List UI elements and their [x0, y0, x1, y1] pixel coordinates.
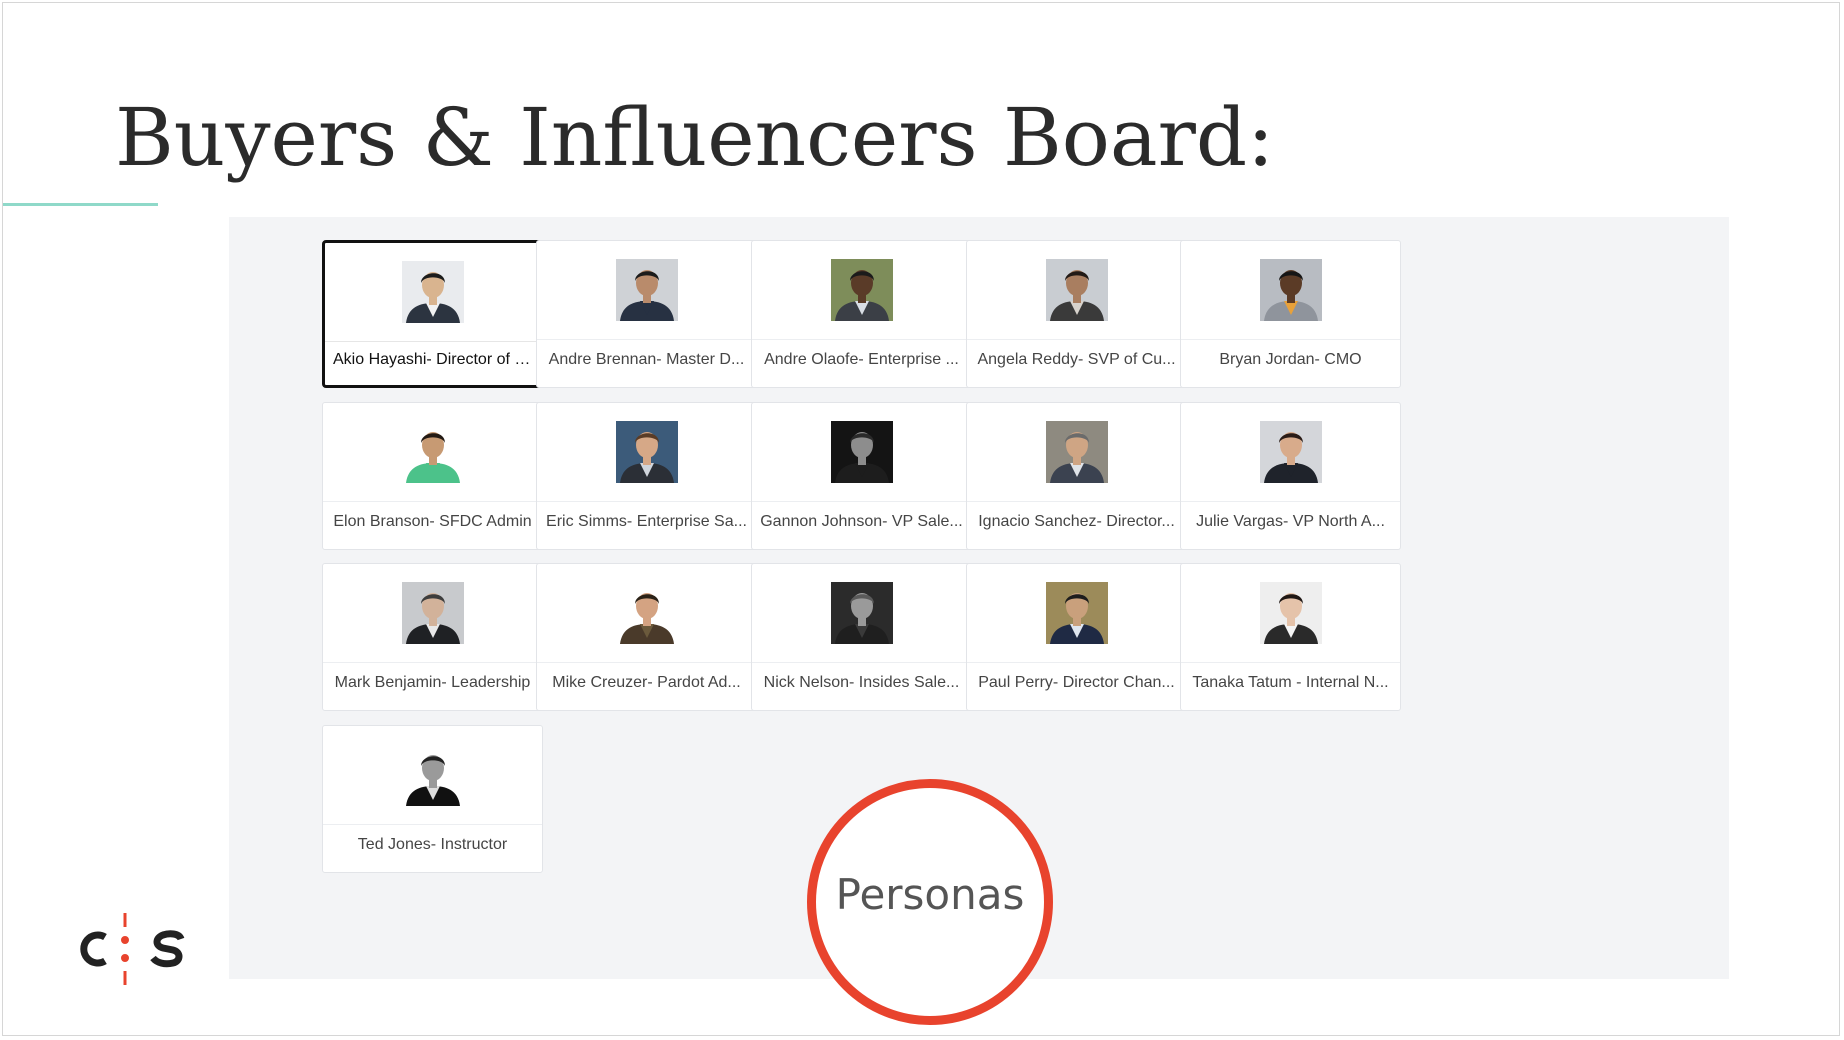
cs-logo-icon	[80, 913, 185, 985]
persona-name-label: Angela Reddy- SVP of Cu...	[977, 351, 1176, 368]
persona-avatar	[1259, 421, 1322, 483]
persona-avatar	[1259, 582, 1322, 644]
persona-avatar	[615, 582, 678, 644]
persona-avatar	[1045, 259, 1108, 321]
persona-card[interactable]: Ted Jones- Instructor	[322, 725, 543, 873]
persona-photo-area	[967, 403, 1186, 502]
persona-name-label: Ted Jones- Instructor	[357, 836, 508, 853]
persona-name-label: Mike Creuzer- Pardot Ad...	[552, 674, 741, 691]
persona-name-label: Mark Benjamin- Leadership	[334, 674, 531, 691]
persona-name-label: Elon Branson- SFDC Admin	[333, 513, 532, 530]
persona-name-label: Nick Nelson- Insides Sale...	[763, 674, 960, 691]
persona-photo-area	[1181, 403, 1400, 502]
persona-avatar	[401, 261, 464, 323]
persona-name-label: Julie Vargas- VP North A...	[1196, 513, 1385, 530]
persona-photo-area	[323, 403, 542, 502]
persona-photo-area	[1181, 564, 1400, 663]
persona-name-label: Eric Simms- Enterprise Sa...	[546, 513, 747, 530]
persona-card[interactable]: Elon Branson- SFDC Admin	[322, 402, 543, 550]
persona-avatar	[1259, 259, 1322, 321]
persona-card[interactable]: Mark Benjamin- Leadership	[322, 563, 543, 711]
persona-avatar	[615, 259, 678, 321]
personas-highlight-circle: Personas	[807, 779, 1053, 1025]
persona-card[interactable]: Tanaka Tatum - Internal N...	[1180, 563, 1401, 711]
persona-name-label: Akio Hayashi- Director of I...	[333, 351, 532, 368]
title-accent-line	[3, 203, 158, 206]
persona-photo-area	[752, 403, 971, 502]
persona-photo-area	[323, 726, 542, 825]
persona-card[interactable]: Paul Perry- Director Chan...	[966, 563, 1187, 711]
persona-avatar	[830, 421, 893, 483]
persona-name-label: Andre Olaofe- Enterprise ...	[764, 351, 959, 368]
persona-photo-area	[325, 243, 540, 342]
persona-card[interactable]: Angela Reddy- SVP of Cu...	[966, 240, 1187, 388]
persona-name-label: Tanaka Tatum - Internal N...	[1192, 674, 1389, 691]
persona-avatar	[615, 421, 678, 483]
persona-avatar	[401, 582, 464, 644]
persona-photo-area	[752, 564, 971, 663]
persona-avatar	[1045, 421, 1108, 483]
persona-card[interactable]: Gannon Johnson- VP Sale...	[751, 402, 972, 550]
slide-title: Buyers & Influencers Board:	[115, 91, 1275, 184]
persona-avatar	[401, 421, 464, 483]
persona-card[interactable]: Bryan Jordan- CMO	[1180, 240, 1401, 388]
persona-card[interactable]: Eric Simms- Enterprise Sa...	[536, 402, 757, 550]
persona-photo-area	[967, 564, 1186, 663]
persona-avatar	[1045, 582, 1108, 644]
persona-photo-area	[752, 241, 971, 340]
persona-card[interactable]: Akio Hayashi- Director of I...	[322, 240, 543, 388]
persona-card[interactable]: Mike Creuzer- Pardot Ad...	[536, 563, 757, 711]
persona-avatar	[830, 582, 893, 644]
persona-photo-area	[537, 403, 756, 502]
slide: Buyers & Influencers Board: Akio Hayashi…	[2, 2, 1840, 1036]
persona-name-label: Ignacio Sanchez- Director...	[978, 513, 1175, 530]
persona-photo-area	[323, 564, 542, 663]
persona-card[interactable]: Ignacio Sanchez- Director...	[966, 402, 1187, 550]
persona-card[interactable]: Andre Brennan- Master D...	[536, 240, 757, 388]
persona-name-label: Andre Brennan- Master D...	[548, 351, 745, 368]
persona-photo-area	[537, 564, 756, 663]
persona-card[interactable]: Andre Olaofe- Enterprise ...	[751, 240, 972, 388]
persona-photo-area	[1181, 241, 1400, 340]
persona-name-label: Bryan Jordan- CMO	[1219, 351, 1362, 368]
persona-photo-area	[967, 241, 1186, 340]
persona-card[interactable]: Nick Nelson- Insides Sale...	[751, 563, 972, 711]
persona-avatar	[830, 259, 893, 321]
persona-card[interactable]: Julie Vargas- VP North A...	[1180, 402, 1401, 550]
persona-name-label: Gannon Johnson- VP Sale...	[760, 513, 963, 530]
persona-photo-area	[537, 241, 756, 340]
personas-label: Personas	[835, 870, 1025, 919]
persona-name-label: Paul Perry- Director Chan...	[978, 674, 1175, 691]
persona-avatar	[401, 744, 464, 806]
